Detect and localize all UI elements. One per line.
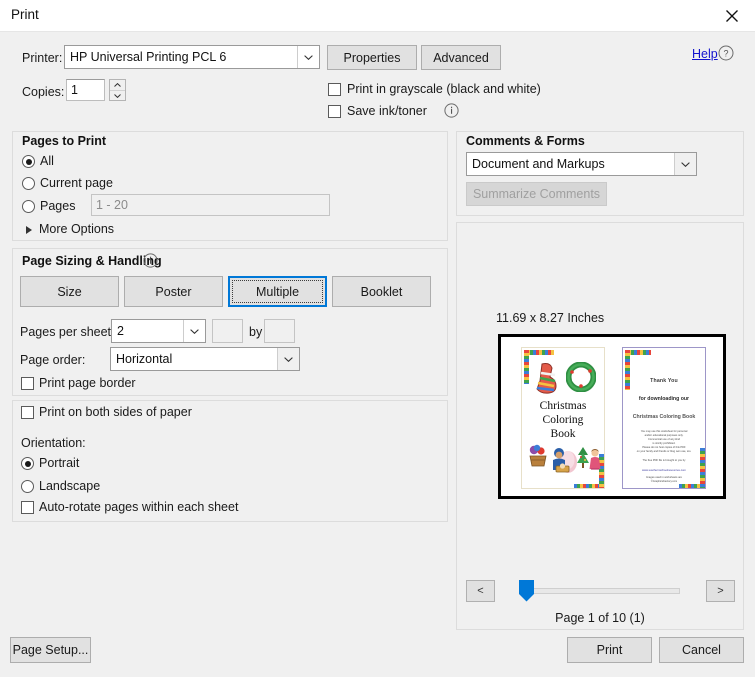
print-page-border-label: Print page border bbox=[39, 376, 136, 390]
comments-forms-value: Document and Markups bbox=[472, 157, 605, 171]
girl-illustration bbox=[589, 449, 601, 470]
pages-per-sheet-value: 2 bbox=[117, 324, 124, 338]
cover-title-line2: Coloring bbox=[542, 414, 584, 426]
thankyou-line1: Thank You bbox=[650, 378, 678, 384]
page-sizing-title: Page Sizing & Handling bbox=[22, 254, 162, 268]
close-icon[interactable] bbox=[709, 0, 755, 31]
title-bar: Print bbox=[0, 0, 755, 32]
both-sides-checkbox[interactable] bbox=[21, 406, 34, 419]
pages-to-print-title: Pages to Print bbox=[22, 134, 107, 148]
chevron-down-icon bbox=[674, 153, 696, 175]
help-link[interactable]: Help bbox=[692, 47, 718, 61]
preview-page-right: Thank You for downloading our Christmas … bbox=[622, 347, 706, 489]
page-order-select[interactable]: Horizontal bbox=[110, 347, 300, 371]
info-icon[interactable] bbox=[143, 253, 158, 271]
advanced-button[interactable]: Advanced bbox=[421, 45, 501, 70]
chevron-down-icon bbox=[297, 46, 319, 68]
mode-button-multiple[interactable]: Multiple bbox=[228, 276, 327, 307]
focus-outline bbox=[232, 280, 323, 303]
prev-page-button[interactable]: < bbox=[466, 580, 495, 602]
page-setup-button[interactable]: Page Setup... bbox=[10, 637, 91, 663]
thankyou-line2: for downloading our bbox=[638, 396, 690, 402]
printer-label: Printer: bbox=[22, 51, 63, 65]
radio-all-label: All bbox=[40, 154, 54, 168]
preview-sheet: Christmas Coloring Book Thank You for do… bbox=[498, 334, 726, 499]
wreath-illustration bbox=[566, 362, 596, 392]
dialog-title: Print bbox=[11, 7, 39, 22]
custom-x-input[interactable] bbox=[212, 319, 243, 343]
confetti-decoration bbox=[524, 350, 529, 384]
orientation-label: Orientation: bbox=[21, 436, 86, 450]
radio-current-page[interactable] bbox=[22, 177, 35, 190]
custom-y-input[interactable] bbox=[264, 319, 295, 343]
comments-forms-title: Comments & Forms bbox=[466, 134, 585, 148]
summarize-comments-button[interactable]: Summarize Comments bbox=[466, 182, 607, 206]
chevron-down-icon bbox=[277, 348, 299, 370]
properties-button[interactable]: Properties bbox=[327, 45, 417, 70]
thankyou-body-7: The free PDF file is brought to you by bbox=[642, 459, 686, 462]
info-icon[interactable] bbox=[444, 103, 459, 121]
thankyou-credit-2: ©GraphicsFactory.com bbox=[650, 480, 678, 483]
auto-rotate-label: Auto-rotate pages within each sheet bbox=[39, 500, 239, 514]
copies-input[interactable]: 1 bbox=[66, 79, 105, 101]
preview-slider-thumb[interactable] bbox=[519, 580, 534, 605]
comments-forms-select[interactable]: Document and Markups bbox=[466, 152, 697, 176]
more-options-label[interactable]: More Options bbox=[39, 222, 114, 236]
svg-text:?: ? bbox=[723, 49, 728, 59]
thankyou-url: www.southernschoolresources.com bbox=[642, 468, 686, 472]
cancel-button[interactable]: Cancel bbox=[659, 637, 744, 663]
radio-landscape-label: Landscape bbox=[39, 479, 101, 493]
gift-basket-illustration bbox=[529, 444, 547, 467]
grayscale-label: Print in grayscale (black and white) bbox=[347, 82, 541, 96]
radio-pages-label: Pages bbox=[40, 199, 76, 213]
radio-portrait-label: Portrait bbox=[39, 456, 80, 470]
preview-page-left: Christmas Coloring Book bbox=[521, 347, 605, 489]
print-button[interactable]: Print bbox=[567, 637, 652, 663]
auto-rotate-checkbox[interactable] bbox=[21, 501, 34, 514]
radio-pages[interactable] bbox=[22, 200, 35, 213]
custom-by-label: by bbox=[249, 325, 263, 339]
mode-button-poster[interactable]: Poster bbox=[124, 276, 223, 307]
mode-button-size[interactable]: Size bbox=[20, 276, 119, 307]
print-page-border-checkbox[interactable] bbox=[21, 377, 34, 390]
pages-range-input[interactable]: 1 - 20 bbox=[91, 194, 330, 216]
stocking-illustration bbox=[536, 363, 557, 394]
chevron-down-icon bbox=[183, 320, 205, 342]
nativity-illustration bbox=[553, 448, 577, 473]
radio-current-page-label: Current page bbox=[40, 176, 113, 190]
radio-landscape[interactable] bbox=[21, 480, 34, 493]
both-sides-label: Print on both sides of paper bbox=[39, 405, 192, 419]
preview-slider-track[interactable] bbox=[519, 588, 680, 594]
stepper-down-icon[interactable] bbox=[110, 91, 125, 101]
saveink-checkbox[interactable] bbox=[328, 105, 341, 118]
grayscale-checkbox[interactable] bbox=[328, 83, 341, 96]
page-order-label: Page order: bbox=[20, 353, 86, 367]
stepper-up-icon[interactable] bbox=[110, 80, 125, 90]
printer-select[interactable]: HP Universal Printing PCL 6 bbox=[64, 45, 320, 69]
copies-label: Copies: bbox=[22, 85, 65, 99]
next-page-button[interactable]: > bbox=[706, 580, 735, 602]
print-dialog: Print Printer: HP Universal Printing PCL… bbox=[0, 0, 755, 677]
preview-dimensions: 11.69 x 8.27 Inches bbox=[496, 311, 605, 325]
question-mark-circle-icon[interactable]: ? bbox=[718, 45, 734, 64]
confetti-decoration bbox=[625, 350, 630, 390]
copies-stepper[interactable] bbox=[109, 79, 126, 101]
radio-all[interactable] bbox=[22, 155, 35, 168]
saveink-label: Save ink/toner bbox=[347, 104, 427, 118]
mode-button-booklet[interactable]: Booklet bbox=[332, 276, 431, 307]
radio-portrait[interactable] bbox=[21, 457, 34, 470]
thankyou-body-6: on your family and friends or blog own u… bbox=[636, 450, 692, 453]
thankyou-line3: Christmas Coloring Book bbox=[632, 414, 696, 420]
page-order-value: Horizontal bbox=[116, 352, 173, 366]
printer-select-value: HP Universal Printing PCL 6 bbox=[70, 50, 227, 64]
page-indicator: Page 1 of 10 (1) bbox=[555, 611, 645, 625]
pages-per-sheet-label: Pages per sheet: bbox=[20, 325, 115, 339]
chevron-right-icon[interactable] bbox=[26, 226, 32, 234]
cover-title-line1: Christmas bbox=[539, 400, 587, 412]
pages-per-sheet-select[interactable]: 2 bbox=[111, 319, 206, 343]
cover-title-line3: Book bbox=[550, 428, 576, 440]
